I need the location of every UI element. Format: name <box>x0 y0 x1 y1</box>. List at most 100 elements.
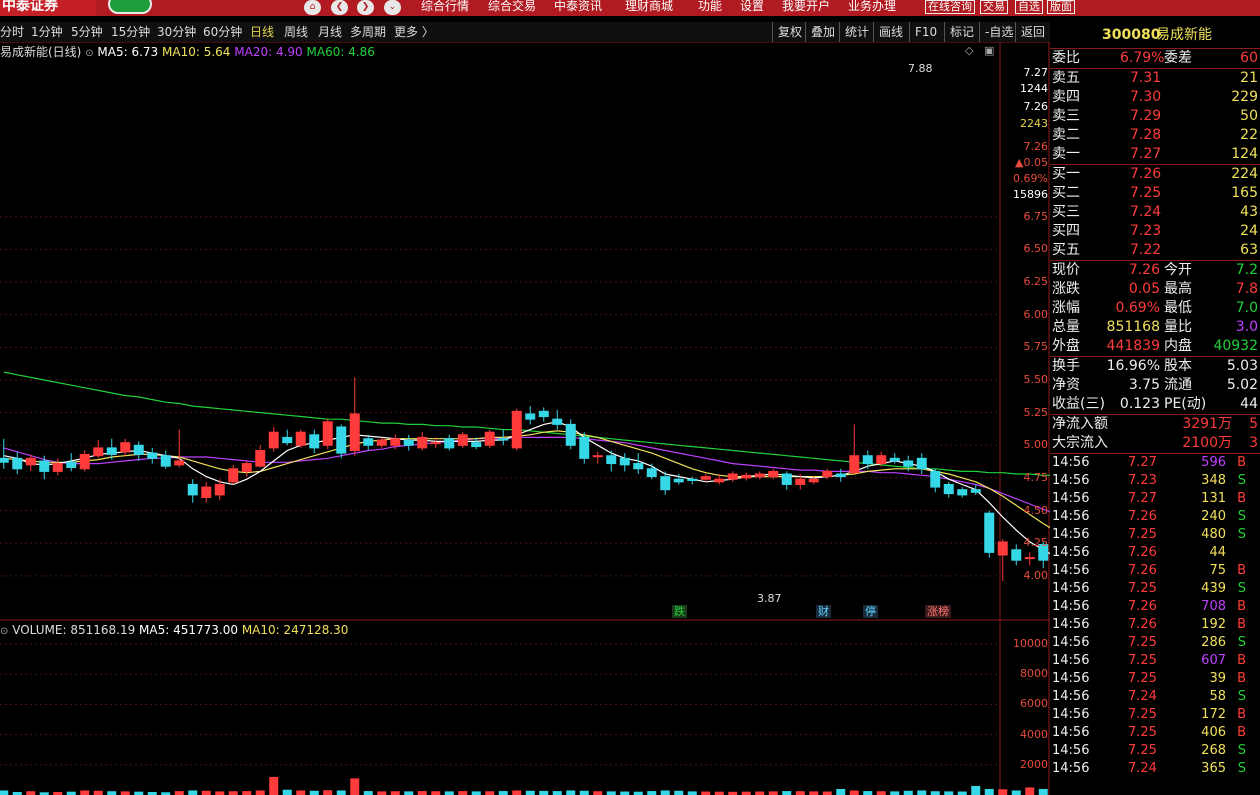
candle-body <box>282 436 293 444</box>
tick-cell: 14:56 <box>1052 671 1090 686</box>
stat-row-cell: 内盘 <box>1164 338 1192 354</box>
tool-adjust[interactable]: 复权 <box>772 22 807 42</box>
event-marker[interactable]: 涨榜 <box>925 605 951 618</box>
candle-body <box>174 460 185 466</box>
period-15min[interactable]: 15分钟 <box>111 22 150 42</box>
tick-cell: B <box>1237 725 1246 740</box>
ma60-line <box>3 371 1050 476</box>
price-tick-label: 4.00 <box>1023 568 1049 582</box>
window-icon[interactable]: ▣ <box>984 44 994 57</box>
tool-watchlist[interactable]: -自选 <box>979 22 1018 42</box>
tool-mark[interactable]: 标记 <box>944 22 979 42</box>
volume-legend: ⊙ VOLUME: 851168.19 MA5: 451773.00 MA10:… <box>0 622 348 640</box>
flow-row-cell: 3291万 <box>1182 416 1232 432</box>
tick-row: 14:56 7.24 365 S <box>1050 760 1260 778</box>
tick-list[interactable]: 14:56 7.27 596 B 14:56 7.23 348 S 14:56 7.27 131 B 1… <box>1050 454 1260 778</box>
candle-body <box>552 418 563 425</box>
tick-row: 14:56 7.26 75 B <box>1050 562 1260 580</box>
menu-trade[interactable]: 综合交易 <box>488 0 536 13</box>
candle-body <box>592 455 603 458</box>
candle-body <box>498 438 509 441</box>
candle-body <box>646 468 657 478</box>
price-tick-label: 6.75 <box>1023 209 1049 223</box>
volume-toggle-icon[interactable]: ⊙ <box>0 626 8 637</box>
event-marker[interactable]: 财 <box>816 605 831 618</box>
tick-row: 14:56 7.26 44 <box>1050 544 1260 562</box>
menu-mall[interactable]: 理财商城 <box>625 0 673 13</box>
layout-button[interactable]: 版面 <box>1047 0 1075 14</box>
volume-bar <box>404 791 414 795</box>
volume-bar <box>269 776 279 795</box>
price-badge-label: ▲0.05 <box>1015 156 1048 169</box>
tool-f10[interactable]: F10 <box>909 22 942 42</box>
period-more[interactable]: 更多 〉 <box>394 22 434 42</box>
bid-row-cell: 165 <box>1231 185 1258 201</box>
volume-bar <box>890 791 900 795</box>
forward-icon[interactable]: ❯ <box>357 0 374 15</box>
period-weekly[interactable]: 周线 <box>284 22 308 42</box>
bid-row-cell: 24 <box>1240 223 1258 239</box>
price-tick-label: 6.25 <box>1023 275 1049 289</box>
period-monthly[interactable]: 月线 <box>318 22 342 42</box>
candle-body <box>754 473 765 478</box>
legend-toggle-icon[interactable]: ⊙ <box>85 48 93 59</box>
period-60min[interactable]: 60分钟 <box>203 22 242 42</box>
volume-tick-label: 2000 <box>1020 757 1048 771</box>
menu-news[interactable]: 中泰资讯 <box>554 0 602 13</box>
bid-row-cell: 7.26 <box>1130 166 1162 182</box>
stat-row-cell: 今开 <box>1164 262 1192 278</box>
period-5min[interactable]: 5分钟 <box>71 22 103 42</box>
candle-body <box>673 478 684 483</box>
online-consult-button[interactable]: 在线咨询 <box>925 0 975 14</box>
tick-cell: 14:56 <box>1052 491 1090 506</box>
volume-bar <box>363 791 373 795</box>
period-tick[interactable]: 分时 <box>0 22 24 42</box>
volume-bar <box>674 790 684 795</box>
tool-overlay[interactable]: 叠加 <box>805 22 840 42</box>
volume-bar <box>228 791 238 795</box>
event-marker[interactable]: 停 <box>863 605 878 618</box>
volume-bar <box>795 791 805 795</box>
menu-market[interactable]: 综合行情 <box>421 0 469 13</box>
menu-settings[interactable]: 设置 <box>740 0 764 13</box>
candle-body <box>768 470 779 478</box>
menu-business[interactable]: 业务办理 <box>848 0 896 13</box>
tick-cell: 192 <box>1201 617 1226 632</box>
period-daily[interactable]: 日线 <box>250 22 274 42</box>
chevron-down-icon[interactable]: ⌄ <box>384 0 401 15</box>
bid-row: 买一 7.26 224 <box>1050 165 1260 184</box>
volume-tick-label: 8000 <box>1020 667 1048 681</box>
period-30min[interactable]: 30分钟 <box>157 22 196 42</box>
volume-bar <box>282 789 292 795</box>
back-icon[interactable]: ❮ <box>331 0 348 15</box>
candle-body <box>876 455 887 465</box>
tool-back[interactable]: 返回 <box>1015 22 1050 42</box>
home-icon[interactable]: ⌂ <box>304 0 321 15</box>
volume-bar <box>647 791 657 795</box>
tool-stats[interactable]: 统计 <box>839 22 874 42</box>
volume-bar <box>26 791 36 795</box>
ask-row: 卖四 7.30 229 <box>1050 88 1260 107</box>
menu-open-account[interactable]: 我要开户 <box>782 0 830 13</box>
candle-body <box>835 473 846 478</box>
candle-body <box>538 410 549 418</box>
volume-bar <box>687 791 697 795</box>
tick-cell: 14:56 <box>1052 563 1090 578</box>
volume-bar <box>849 790 859 795</box>
tool-draw[interactable]: 画线 <box>873 22 908 42</box>
volume-bar <box>431 791 441 795</box>
kline-chart[interactable] <box>0 42 1050 795</box>
diamond-icon[interactable]: ◇ <box>965 44 973 57</box>
watchlist-button[interactable]: 自选 <box>1015 0 1043 14</box>
volume-bar <box>498 791 508 795</box>
tick-row: 14:56 7.25 286 S <box>1050 634 1260 652</box>
menu-function[interactable]: 功能 <box>698 0 722 13</box>
tick-cell: S <box>1237 527 1246 542</box>
bid-row-cell: 7.22 <box>1130 242 1162 258</box>
event-marker[interactable]: 跌 <box>672 605 687 618</box>
brand-logo: 中泰证券 <box>0 0 96 16</box>
period-1min[interactable]: 1分钟 <box>31 22 63 42</box>
candle-body <box>106 447 117 455</box>
period-multi[interactable]: 多周期 <box>350 22 386 42</box>
trade-button[interactable]: 交易 <box>980 0 1008 14</box>
